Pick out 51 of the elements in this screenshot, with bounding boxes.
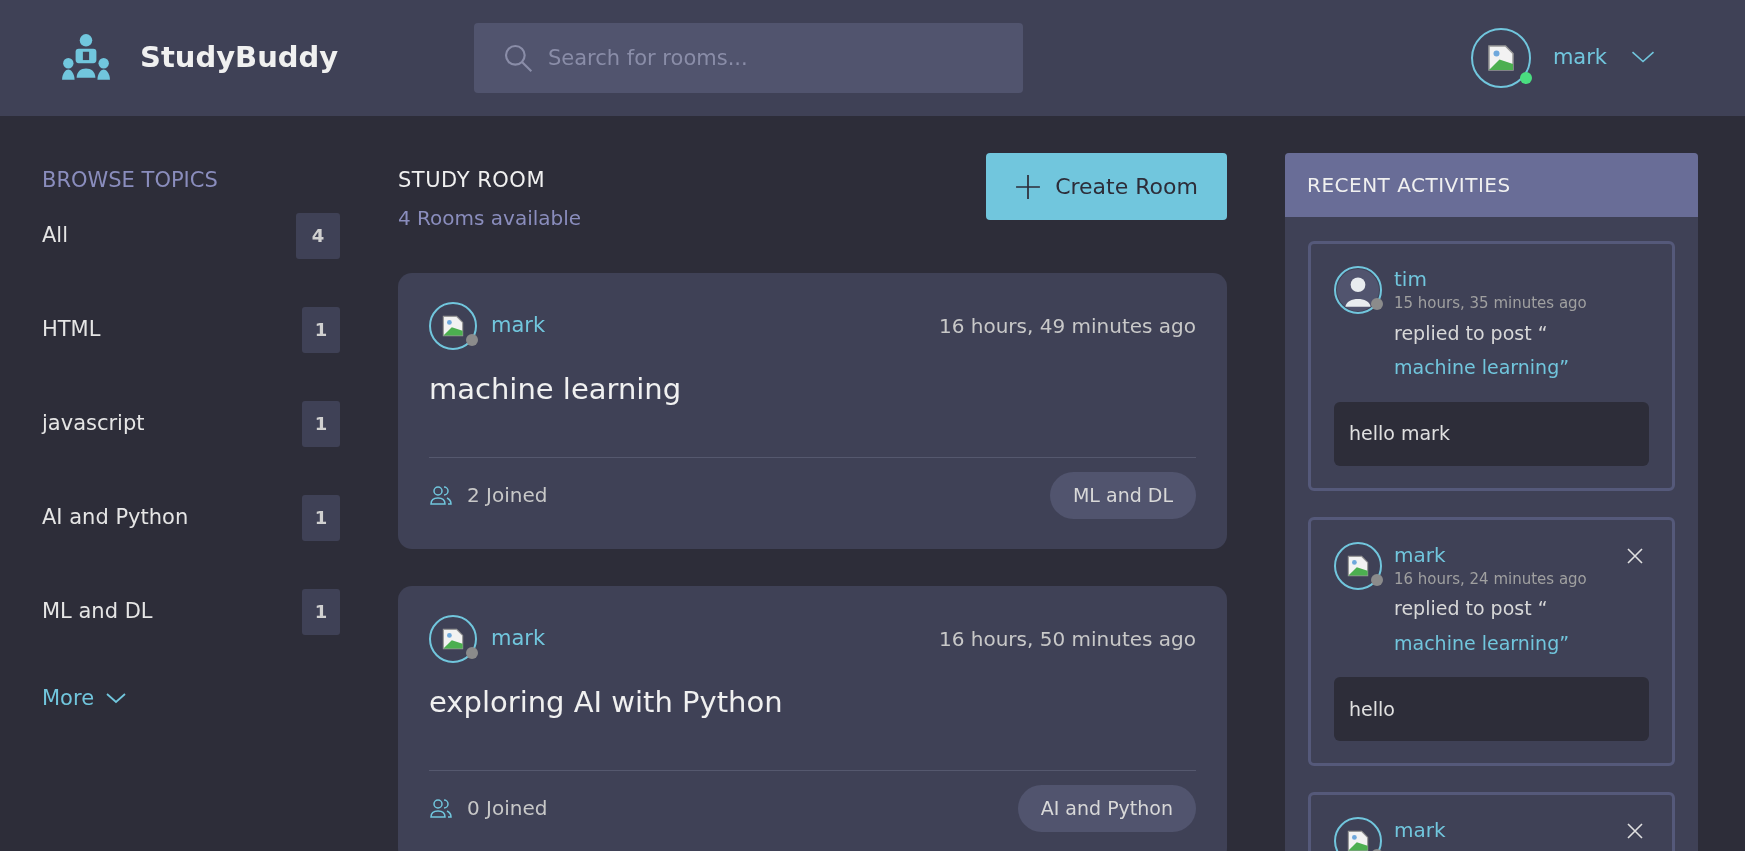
post-link[interactable]: machine learning”: [1394, 353, 1649, 382]
panel-title: RECENT ACTIVITIES: [1307, 172, 1511, 199]
users-icon: [429, 796, 453, 820]
topic-tag[interactable]: AI and Python: [1017, 784, 1196, 832]
user-name[interactable]: mark: [1552, 42, 1607, 74]
section-title: STUDY ROOM: [398, 167, 547, 194]
room-time: 16 hours, 50 minutes ago: [938, 625, 1196, 653]
activity-user[interactable]: tim: [1394, 266, 1649, 292]
plus-icon: [1015, 173, 1042, 200]
joined-count: 2 Joined: [467, 482, 548, 509]
sidebar-title: BROWSE TOPICS: [42, 167, 219, 194]
topic-count: 1: [302, 400, 340, 447]
topic-link[interactable]: HTML: [42, 313, 101, 346]
activity-user[interactable]: mark: [1394, 541, 1609, 568]
joined-count: 0 Joined: [467, 795, 548, 822]
create-room-button[interactable]: Create Room: [986, 153, 1227, 220]
host-name[interactable]: mark: [491, 622, 546, 655]
room-title[interactable]: machine learning: [429, 367, 1196, 411]
topic-count: 4: [296, 212, 340, 259]
reply-message: hello mark: [1334, 401, 1649, 466]
search-field[interactable]: Search for rooms...: [474, 23, 1023, 93]
topic-link[interactable]: ML and DL: [42, 595, 153, 628]
close-icon: [1625, 821, 1645, 841]
activity-time: 16 hours, 24 minutes ago: [1394, 568, 1588, 590]
brand-name: StudyBuddy: [140, 39, 339, 77]
host-name[interactable]: mark: [491, 309, 546, 342]
reply-message: hello: [1334, 677, 1649, 741]
broken-image-icon: [1485, 43, 1516, 73]
broken-image-icon: [441, 626, 465, 651]
activity-text: replied to post “: [1394, 596, 1549, 621]
post-link[interactable]: machine learning”: [1394, 628, 1609, 657]
topic-count: 1: [302, 494, 340, 541]
topic-link[interactable]: All: [42, 219, 69, 252]
rooms-count: 4 Rooms available: [398, 204, 582, 232]
room-time: 16 hours, 49 minutes ago: [938, 312, 1196, 340]
broken-image-icon: [1346, 553, 1370, 578]
broken-image-icon: [1346, 829, 1370, 851]
broken-image-icon: [441, 313, 465, 338]
close-icon: [1625, 545, 1645, 566]
topic-count: 1: [302, 306, 340, 353]
topic-count: 1: [302, 588, 340, 635]
topic-link[interactable]: javascript: [42, 407, 145, 440]
activity-time: 15 hours, 35 minutes ago: [1394, 293, 1588, 314]
activity-user[interactable]: mark: [1394, 817, 1609, 843]
activity-text: replied to post “: [1394, 320, 1549, 346]
room-title[interactable]: exploring AI with Python: [429, 680, 1196, 724]
more-button[interactable]: More: [42, 682, 129, 714]
topic-tag[interactable]: ML and DL: [1049, 471, 1196, 519]
users-icon: [429, 483, 453, 507]
search-icon: [502, 42, 534, 74]
topic-link[interactable]: AI and Python: [42, 501, 189, 534]
